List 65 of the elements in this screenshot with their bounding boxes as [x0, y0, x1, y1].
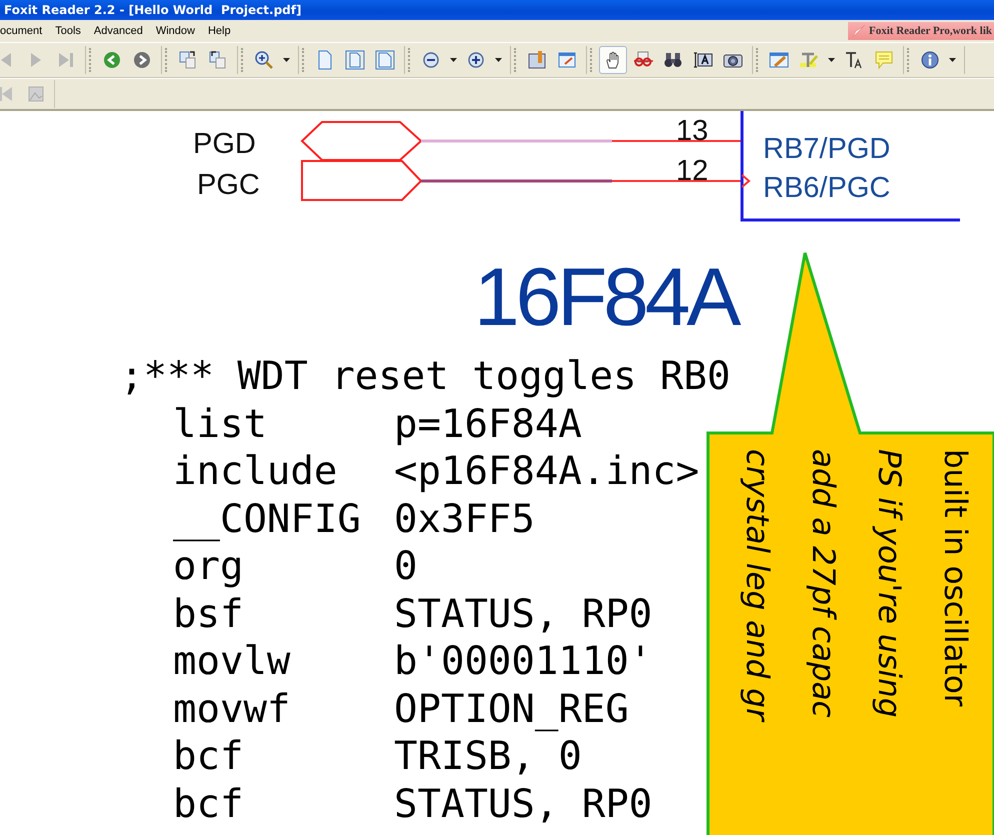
zoom-in-icon — [466, 50, 486, 70]
port-label: PGC — [197, 169, 260, 201]
code-operand: p=16F84A — [394, 400, 583, 448]
continuous-page-icon — [345, 50, 365, 70]
pin-number: 13 — [676, 115, 708, 147]
caret-icon[interactable] — [828, 58, 835, 62]
code-comment: ;*** WDT reset toggles RB0 — [120, 353, 730, 400]
comment-icon — [874, 50, 894, 70]
menu-item[interactable]: Advanced — [94, 25, 143, 37]
rotate-right-icon — [178, 50, 198, 70]
back-icon — [102, 50, 122, 70]
code-mnemonic: org — [173, 543, 244, 590]
hand-button[interactable] — [599, 46, 627, 74]
window-icon — [557, 50, 577, 70]
callout-text: built in oscillator — [936, 449, 974, 709]
caret-icon[interactable] — [495, 58, 502, 62]
pin-name: RB7/PGD — [763, 133, 890, 165]
menu-item[interactable]: ocument — [0, 25, 42, 37]
menu-item[interactable]: Help — [208, 25, 231, 37]
menu-item[interactable]: Window — [156, 25, 195, 37]
code-mnemonic: include — [173, 448, 338, 496]
promo-text: Foxit Reader Pro,work lik — [869, 25, 992, 37]
bookmark-icon — [527, 50, 547, 70]
code-operand: 0 — [394, 543, 418, 590]
code-mnemonic: bcf — [173, 780, 244, 828]
rotate-left-icon — [208, 50, 228, 70]
menu-item[interactable]: Tools — [55, 25, 81, 37]
callout-text: crystal leg and gr — [738, 449, 776, 724]
pin-name: RB6/PGC — [763, 172, 890, 204]
zoom-icon — [254, 50, 274, 70]
code-mnemonic: bsf — [173, 590, 244, 638]
text-select-icon — [693, 50, 713, 70]
window-title: Foxit Reader 2.2 - [Hello World Project.pdf] — [4, 3, 302, 17]
pencil-icon — [769, 50, 789, 70]
image-icon — [26, 84, 46, 104]
info-icon — [920, 50, 940, 70]
callout-text: add a 27pf capac — [804, 449, 842, 720]
binoculars-icon — [663, 50, 683, 70]
facing-page-icon — [375, 50, 395, 70]
caret-icon[interactable] — [450, 58, 457, 62]
port-label: PGD — [193, 128, 256, 160]
pin-number: 12 — [676, 155, 708, 187]
arrow-icon — [852, 24, 866, 38]
code-mnemonic: movwf — [173, 686, 292, 733]
caret-icon[interactable] — [283, 58, 290, 62]
zoom-out-icon — [421, 50, 441, 70]
code-operand: STATUS, RP0 — [394, 780, 654, 828]
text-tool-icon — [844, 50, 864, 70]
code-mnemonic: __CONFIG — [173, 496, 362, 543]
code-mnemonic: list — [173, 400, 268, 448]
promo-banner[interactable]: Foxit Reader Pro,work lik — [848, 22, 994, 40]
code-operand: 0x3FF5 — [394, 496, 536, 543]
code-mnemonic: bcf — [173, 733, 244, 780]
code-mnemonic: movlw — [173, 638, 292, 686]
code-operand: <p16F84A.inc> — [394, 448, 700, 496]
last-page-icon — [56, 50, 76, 70]
highlighter-icon — [799, 50, 819, 70]
code-operand: TRISB, 0 — [394, 733, 583, 780]
caret-icon[interactable] — [949, 58, 956, 62]
code-operand: STATUS, RP0 — [394, 590, 654, 638]
code-operand: OPTION_REG — [394, 686, 630, 733]
forward-icon — [132, 50, 152, 70]
chip-title: 16F84A — [474, 257, 738, 339]
code-operand: b'00001110' — [394, 638, 654, 686]
callout-text: PS if you're using — [870, 449, 908, 720]
